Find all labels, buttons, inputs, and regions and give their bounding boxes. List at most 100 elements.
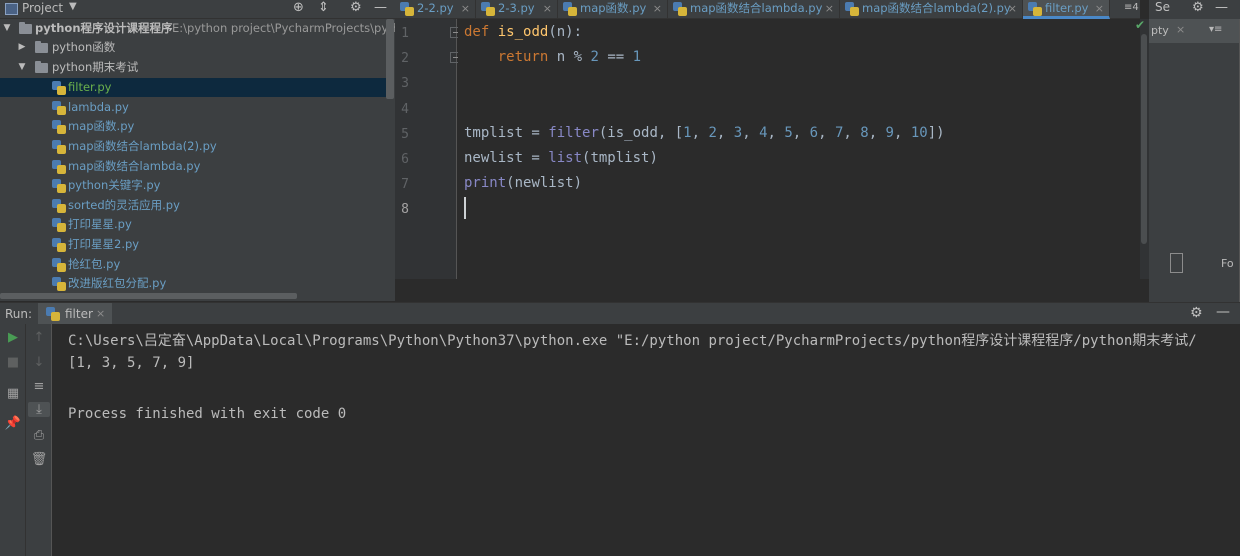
project-horizontal-scrollbar[interactable] <box>0 292 395 301</box>
close-icon[interactable]: × <box>461 0 470 17</box>
tab-map-lambda[interactable]: map函数结合lambda.py × <box>668 0 840 19</box>
editor-vertical-scrollbar[interactable] <box>1140 19 1149 279</box>
close-icon[interactable]: × <box>653 0 662 17</box>
tree-file-item[interactable]: 改进版红包分配.py <box>0 274 393 292</box>
code-editor[interactable]: def is_odd(n): return n % 2 == 1 tmplist… <box>458 19 1140 279</box>
inspection-ok-icon[interactable]: ✔ <box>1135 18 1145 32</box>
run-tab-filter[interactable]: filter × <box>38 303 112 325</box>
run-tab-label: filter <box>65 307 93 321</box>
expand-arrow-icon[interactable]: ▶ <box>16 38 28 57</box>
run-label: Run: <box>5 307 33 321</box>
folder-icon <box>35 41 48 53</box>
layout-icon[interactable]: ▦ <box>0 386 26 401</box>
line-number: 4 <box>401 102 409 117</box>
close-icon[interactable]: × <box>543 0 552 17</box>
tree-file-item[interactable]: 打印星星.py <box>0 215 393 234</box>
collapse-all-icon[interactable]: ⇕ <box>318 0 329 15</box>
split-menu-icon[interactable]: ▾≡ <box>1209 24 1222 35</box>
side-bottom-label: Fo <box>1221 257 1234 270</box>
minimize-icon[interactable]: — <box>1216 304 1230 320</box>
tree-file-item[interactable]: sorted的灵活应用.py <box>0 196 393 215</box>
minimize-icon[interactable]: — <box>1215 0 1228 15</box>
file-label: 打印星星2.py <box>68 237 140 251</box>
search-everywhere-label[interactable]: Se <box>1155 0 1170 14</box>
python-file-icon <box>563 2 577 16</box>
run-panel-header: Run: filter × ⚙ — <box>0 302 1240 325</box>
file-label: sorted的灵活应用.py <box>68 198 180 212</box>
tab-label: 2-3.py <box>498 1 535 15</box>
tab-label: filter.py <box>1045 1 1089 15</box>
file-label: 抢红包.py <box>68 257 121 271</box>
tree-file-item[interactable]: map函数结合lambda(2).py <box>0 137 393 156</box>
project-vertical-scrollbar[interactable] <box>386 19 394 99</box>
tree-folder-python-final-exam[interactable]: ▼ python期末考试 <box>0 58 393 77</box>
code-line-6: newlist = list(tmplist) <box>464 150 658 166</box>
file-label: map函数结合lambda.py <box>68 159 201 173</box>
tab-label: 2-2.py <box>417 1 454 15</box>
tree-file-item[interactable]: map函数.py <box>0 117 393 136</box>
scroll-to-end-icon[interactable]: ⤓ <box>28 402 50 417</box>
python-file-icon <box>52 199 66 213</box>
folder-label: python期末考试 <box>52 60 139 74</box>
stop-icon[interactable]: ■ <box>0 355 26 370</box>
python-file-icon <box>52 238 66 252</box>
root-folder-path: E:\python project\PycharmProjects\pytho <box>172 21 395 35</box>
tree-file-item[interactable]: 抢红包.py <box>0 255 393 274</box>
tree-file-item[interactable]: map函数结合lambda.py <box>0 157 393 176</box>
python-file-icon <box>52 160 66 174</box>
line-number: 1 <box>401 26 409 41</box>
editor-tab-bar: 2-2.py × 2-3.py × map函数.py × map函数结合lamb… <box>395 0 1140 19</box>
text-cursor <box>464 197 466 219</box>
device-icon[interactable] <box>1170 253 1183 273</box>
close-icon[interactable]: × <box>1176 23 1185 36</box>
tab-overflow-menu[interactable]: ≡4 <box>1124 2 1139 13</box>
python-file-icon <box>52 140 66 154</box>
run-console-output[interactable]: C:\Users\吕定奋\AppData\Local\Programs\Pyth… <box>52 324 1240 556</box>
gear-icon[interactable]: ⚙ <box>1190 305 1203 321</box>
line-number: 7 <box>401 177 409 192</box>
tab-label: map函数结合lambda.py <box>690 1 823 15</box>
expand-arrow-icon[interactable]: ▼ <box>1 19 13 38</box>
close-icon[interactable]: × <box>1008 0 1017 17</box>
tree-file-item[interactable]: filter.py <box>0 78 393 97</box>
python-file-icon <box>673 2 687 16</box>
python-file-icon <box>52 101 66 115</box>
run-toolbar-secondary: ↑ ↓ ≡ ⤓ ⎙ 🗑 <box>26 324 52 556</box>
project-tree: ▼ python程序设计课程程序 E:\python project\Pycha… <box>0 19 395 292</box>
tree-file-item[interactable]: lambda.py <box>0 98 393 117</box>
file-label: filter.py <box>68 80 112 94</box>
rerun-icon[interactable]: ▶ <box>0 330 26 345</box>
chevron-down-icon[interactable]: ▼ <box>69 1 77 12</box>
gear-icon[interactable]: ⚙ <box>350 0 362 15</box>
soft-wrap-icon[interactable]: ≡ <box>26 379 52 394</box>
file-label: map函数.py <box>68 119 135 133</box>
tree-folder-python-functions[interactable]: ▶ python函数 <box>0 38 393 57</box>
tree-root[interactable]: ▼ python程序设计课程程序 E:\python project\Pycha… <box>0 19 395 38</box>
locate-icon[interactable]: ⊕ <box>293 0 304 15</box>
tree-file-item[interactable]: 打印星星2.py <box>0 235 393 254</box>
file-label: 改进版红包分配.py <box>68 276 167 290</box>
tab-2-3[interactable]: 2-3.py × <box>476 0 558 19</box>
tab-map-lambda-2[interactable]: map函数结合lambda(2).py × <box>840 0 1023 19</box>
project-view-selector[interactable]: Project <box>22 1 63 15</box>
expand-arrow-icon[interactable]: ▼ <box>16 58 28 77</box>
pin-icon[interactable]: 📌 <box>0 416 26 431</box>
arrow-up-icon[interactable]: ↑ <box>26 330 52 345</box>
tab-filter[interactable]: filter.py × <box>1023 0 1110 19</box>
arrow-down-icon[interactable]: ↓ <box>26 355 52 370</box>
code-line-1: def is_odd(n): <box>464 24 583 40</box>
file-label: map函数结合lambda(2).py <box>68 139 217 153</box>
close-icon[interactable]: × <box>1095 0 1104 17</box>
python-file-icon <box>52 258 66 272</box>
tree-file-item[interactable]: python关键字.py <box>0 176 393 195</box>
tab-map-function[interactable]: map函数.py × <box>558 0 668 19</box>
minimize-icon[interactable]: — <box>374 0 387 15</box>
root-folder-name: python程序设计课程程序 <box>35 21 173 35</box>
trash-icon[interactable]: 🗑 <box>26 452 52 467</box>
close-icon[interactable]: × <box>825 0 834 17</box>
side-tab-label[interactable]: pty <box>1151 24 1169 37</box>
print-icon[interactable]: ⎙ <box>26 428 52 443</box>
close-icon[interactable]: × <box>96 307 105 320</box>
tab-2-2[interactable]: 2-2.py × <box>395 0 476 19</box>
gear-icon[interactable]: ⚙ <box>1192 0 1204 15</box>
